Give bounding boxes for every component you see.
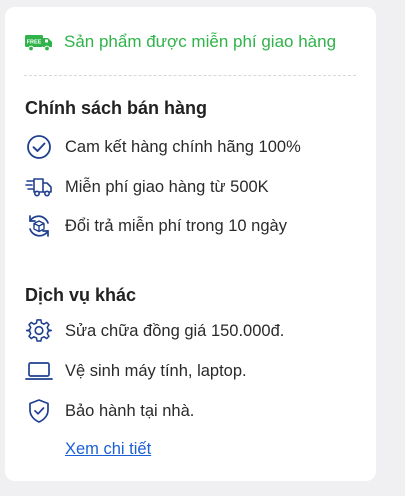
service-item-warranty: Bảo hành tại nhà. [25,396,194,426]
service-item-repair: Sửa chữa đồng giá 150.000đ. [25,316,284,346]
return-refresh-icon [25,212,53,240]
service-item-cleaning: Vệ sinh máy tính, laptop. [25,356,247,386]
policy-item-label: Đổi trả miễn phí trong 10 ngày [65,216,287,235]
free-shipping-banner: FREE Sản phẩm được miễn phí giao hàng [24,30,336,54]
services-section-title: Dịch vụ khác [25,285,137,305]
service-item-label: Bảo hành tại nhà. [65,401,195,420]
shield-check-icon [25,397,53,425]
divider [24,75,356,76]
free-shipping-text: Sản phẩm được miễn phí giao hàng [64,32,337,51]
service-item-label: Vệ sinh máy tính, laptop. [65,361,247,380]
policy-item-genuine: Cam kết hàng chính hãng 100% [25,132,301,162]
service-item-label: Sửa chữa đồng giá 150.000đ. [65,321,285,340]
free-badge-text: FREE [27,40,42,46]
check-circle-icon [25,133,53,161]
laptop-icon [25,357,53,385]
policy-item-label: Miễn phí giao hàng từ 500K [65,177,269,196]
policy-item-return: Đổi trả miễn phí trong 10 ngày [25,211,287,241]
free-delivery-truck-icon: FREE [24,32,54,52]
gear-icon [25,317,53,345]
policy-item-label: Cam kết hàng chính hãng 100% [65,137,301,156]
policy-section-title: Chính sách bán hàng [25,98,208,118]
policy-item-free-delivery: Miễn phí giao hàng từ 500K [25,172,269,202]
delivery-truck-icon [25,173,53,201]
view-details-link[interactable]: Xem chi tiết [65,440,151,459]
